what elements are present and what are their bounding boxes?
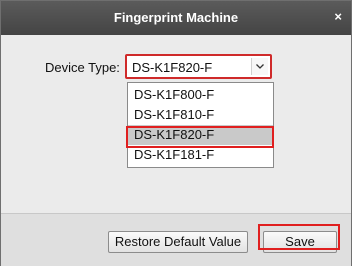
chevron-down-icon[interactable] bbox=[251, 58, 268, 75]
dialog-titlebar: Fingerprint Machine × bbox=[1, 1, 351, 35]
dialog-title: Fingerprint Machine bbox=[113, 10, 239, 25]
device-type-listbox: DS-K1F800-F DS-K1F810-F DS-K1F820-F DS-K… bbox=[127, 82, 274, 168]
device-type-value: DS-K1F820-F bbox=[132, 60, 213, 75]
device-type-select[interactable]: DS-K1F820-F bbox=[125, 54, 272, 79]
restore-default-button[interactable]: Restore Default Value bbox=[108, 231, 248, 253]
dropdown-option-ds-k1f800-f[interactable]: DS-K1F800-F bbox=[128, 85, 273, 105]
dialog-footer: Restore Default Value Save bbox=[1, 213, 351, 266]
device-type-label: Device Type: bbox=[45, 60, 120, 75]
dropdown-option-ds-k1f181-f[interactable]: DS-K1F181-F bbox=[128, 145, 273, 165]
dropdown-option-ds-k1f810-f[interactable]: DS-K1F810-F bbox=[128, 105, 273, 125]
fingerprint-machine-dialog: Fingerprint Machine × Device Type: DS-K1… bbox=[0, 0, 352, 266]
save-button[interactable]: Save bbox=[263, 231, 337, 253]
close-icon[interactable]: × bbox=[334, 9, 342, 24]
dropdown-option-ds-k1f820-f[interactable]: DS-K1F820-F bbox=[128, 125, 273, 145]
